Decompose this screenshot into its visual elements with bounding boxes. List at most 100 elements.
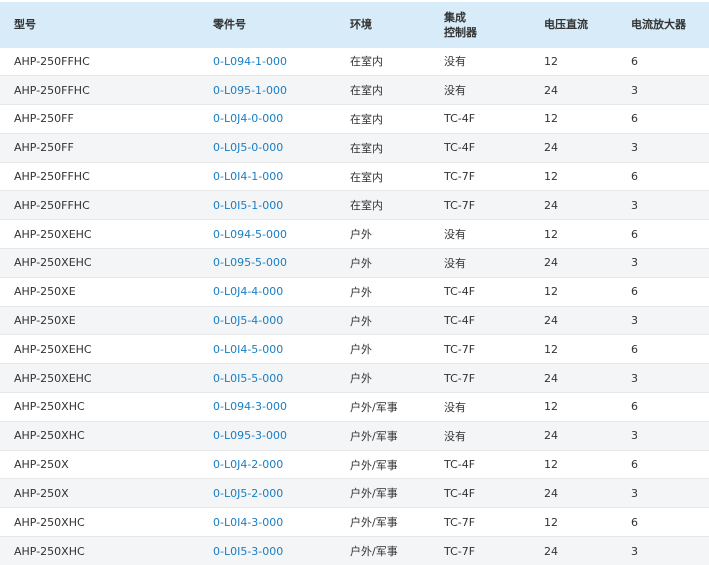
table-row: AHP-250FFHC 0-L0I4-1-000 在室内 TC-7F 12 6 xyxy=(0,161,709,191)
model-cell: AHP-250XEHC xyxy=(0,248,203,278)
environment-cell: 在室内 xyxy=(341,161,435,191)
voltage-cell: 24 xyxy=(535,478,622,508)
header-model: 型号 xyxy=(14,17,36,31)
environment-cell: 户外/军事 xyxy=(341,536,435,565)
part-number-link[interactable]: 0-L094-1-000 xyxy=(213,55,287,68)
voltage-cell: 24 xyxy=(535,132,622,163)
amperage-cell: 3 xyxy=(622,132,709,163)
model-cell: AHP-250XEHC xyxy=(0,363,203,393)
table-row: AHP-250XHC 0-L094-3-000 户外/军事 没有 12 6 xyxy=(0,392,709,422)
part-number-cell: 0-L0I4-5-000 xyxy=(203,334,341,364)
environment-cell: 户外 xyxy=(341,305,435,335)
amperage-cell: 6 xyxy=(622,334,709,364)
part-number-cell: 0-L094-1-000 xyxy=(203,46,341,76)
part-number-link[interactable]: 0-L094-3-000 xyxy=(213,400,287,413)
model-cell: AHP-250FFHC xyxy=(0,75,203,105)
voltage-cell: 12 xyxy=(535,219,622,249)
voltage-cell: 12 xyxy=(535,276,622,307)
voltage-cell: 12 xyxy=(535,334,622,364)
controller-cell: TC-4F xyxy=(435,449,535,479)
amperage-cell: 3 xyxy=(622,305,709,335)
part-number-cell: 0-L0I5-3-000 xyxy=(203,536,341,565)
model-cell: AHP-250FFHC xyxy=(0,190,203,220)
part-number-cell: 0-L0I5-5-000 xyxy=(203,363,341,393)
environment-cell: 在室内 xyxy=(341,46,435,76)
controller-cell: TC-4F xyxy=(435,104,535,134)
voltage-cell: 12 xyxy=(535,46,622,76)
header-part-number: 零件号 xyxy=(213,17,246,31)
table-row: AHP-250XE 0-L0J5-4-000 户外 TC-4F 24 3 xyxy=(0,305,709,335)
table-row: AHP-250FFHC 0-L094-1-000 在室内 没有 12 6 xyxy=(0,46,709,76)
controller-cell: 没有 xyxy=(435,248,535,278)
amperage-cell: 3 xyxy=(622,478,709,508)
part-number-cell: 0-L0J5-2-000 xyxy=(203,478,341,508)
environment-cell: 户外 xyxy=(341,248,435,278)
voltage-cell: 24 xyxy=(535,420,622,451)
voltage-cell: 12 xyxy=(535,104,622,134)
part-number-link[interactable]: 0-L094-5-000 xyxy=(213,228,287,241)
header-row: 型号 零件号 环境 集成 控制器 电压直流 电流放大器 xyxy=(0,2,709,47)
part-number-link[interactable]: 0-L0I4-5-000 xyxy=(213,343,283,356)
amperage-cell: 6 xyxy=(622,449,709,479)
table-row: AHP-250X 0-L0J5-2-000 户外/军事 TC-4F 24 3 xyxy=(0,478,709,508)
environment-cell: 在室内 xyxy=(341,132,435,163)
part-number-cell: 0-L0J4-4-000 xyxy=(203,276,341,307)
table-row: AHP-250FFHC 0-L095-1-000 在室内 没有 24 3 xyxy=(0,75,709,105)
part-number-cell: 0-L0I4-3-000 xyxy=(203,507,341,537)
part-number-link[interactable]: 0-L0I5-3-000 xyxy=(213,545,283,558)
part-number-link[interactable]: 0-L0I5-1-000 xyxy=(213,199,283,212)
environment-cell: 在室内 xyxy=(341,75,435,105)
header-voltage: 电压直流 xyxy=(544,17,588,31)
voltage-cell: 12 xyxy=(535,449,622,479)
amperage-cell: 6 xyxy=(622,104,709,134)
environment-cell: 户外/军事 xyxy=(341,392,435,422)
part-number-link[interactable]: 0-L095-1-000 xyxy=(213,84,287,97)
voltage-cell: 24 xyxy=(535,363,622,393)
model-cell: AHP-250XEHC xyxy=(0,219,203,249)
model-cell: AHP-250X xyxy=(0,449,203,479)
part-number-link[interactable]: 0-L0I4-3-000 xyxy=(213,516,283,529)
part-number-link[interactable]: 0-L0J5-2-000 xyxy=(213,487,283,500)
controller-cell: TC-4F xyxy=(435,132,535,163)
table-header: 型号 零件号 环境 集成 控制器 电压直流 电流放大器 xyxy=(0,2,709,47)
environment-cell: 户外/军事 xyxy=(341,420,435,451)
controller-cell: TC-4F xyxy=(435,305,535,335)
amperage-cell: 6 xyxy=(622,46,709,76)
model-cell: AHP-250FF xyxy=(0,104,203,134)
part-number-link[interactable]: 0-L0J4-4-000 xyxy=(213,285,283,298)
part-number-cell: 0-L094-5-000 xyxy=(203,219,341,249)
part-number-link[interactable]: 0-L0J5-4-000 xyxy=(213,314,283,327)
part-number-cell: 0-L095-5-000 xyxy=(203,248,341,278)
part-number-link[interactable]: 0-L095-3-000 xyxy=(213,429,287,442)
part-number-cell: 0-L0I5-1-000 xyxy=(203,190,341,220)
environment-cell: 户外 xyxy=(341,219,435,249)
table-row: AHP-250FF 0-L0J4-0-000 在室内 TC-4F 12 6 xyxy=(0,104,709,134)
header-environment: 环境 xyxy=(350,17,372,31)
part-number-cell: 0-L0J4-0-000 xyxy=(203,104,341,134)
model-cell: AHP-250XHC xyxy=(0,507,203,537)
voltage-cell: 12 xyxy=(535,392,622,422)
model-cell: AHP-250XEHC xyxy=(0,334,203,364)
controller-cell: 没有 xyxy=(435,420,535,451)
amperage-cell: 3 xyxy=(622,190,709,220)
table-row: AHP-250XHC 0-L0I5-3-000 户外/军事 TC-7F 24 3 xyxy=(0,536,709,565)
part-number-link[interactable]: 0-L0I4-1-000 xyxy=(213,170,283,183)
model-cell: AHP-250XHC xyxy=(0,420,203,451)
environment-cell: 户外 xyxy=(341,276,435,307)
controller-cell: TC-7F xyxy=(435,536,535,565)
part-number-cell: 0-L094-3-000 xyxy=(203,392,341,422)
part-number-link[interactable]: 0-L0J4-0-000 xyxy=(213,112,283,125)
table-row: AHP-250XHC 0-L095-3-000 户外/军事 没有 24 3 xyxy=(0,420,709,451)
model-cell: AHP-250XHC xyxy=(0,536,203,565)
voltage-cell: 12 xyxy=(535,161,622,191)
part-number-link[interactable]: 0-L0J5-0-000 xyxy=(213,141,283,154)
part-number-link[interactable]: 0-L0J4-2-000 xyxy=(213,458,283,471)
controller-cell: TC-7F xyxy=(435,161,535,191)
part-number-link[interactable]: 0-L0I5-5-000 xyxy=(213,372,283,385)
part-number-link[interactable]: 0-L095-5-000 xyxy=(213,256,287,269)
amperage-cell: 6 xyxy=(622,161,709,191)
model-cell: AHP-250FFHC xyxy=(0,161,203,191)
header-amperage: 电流放大器 xyxy=(631,17,686,31)
controller-cell: 没有 xyxy=(435,392,535,422)
controller-cell: TC-7F xyxy=(435,334,535,364)
